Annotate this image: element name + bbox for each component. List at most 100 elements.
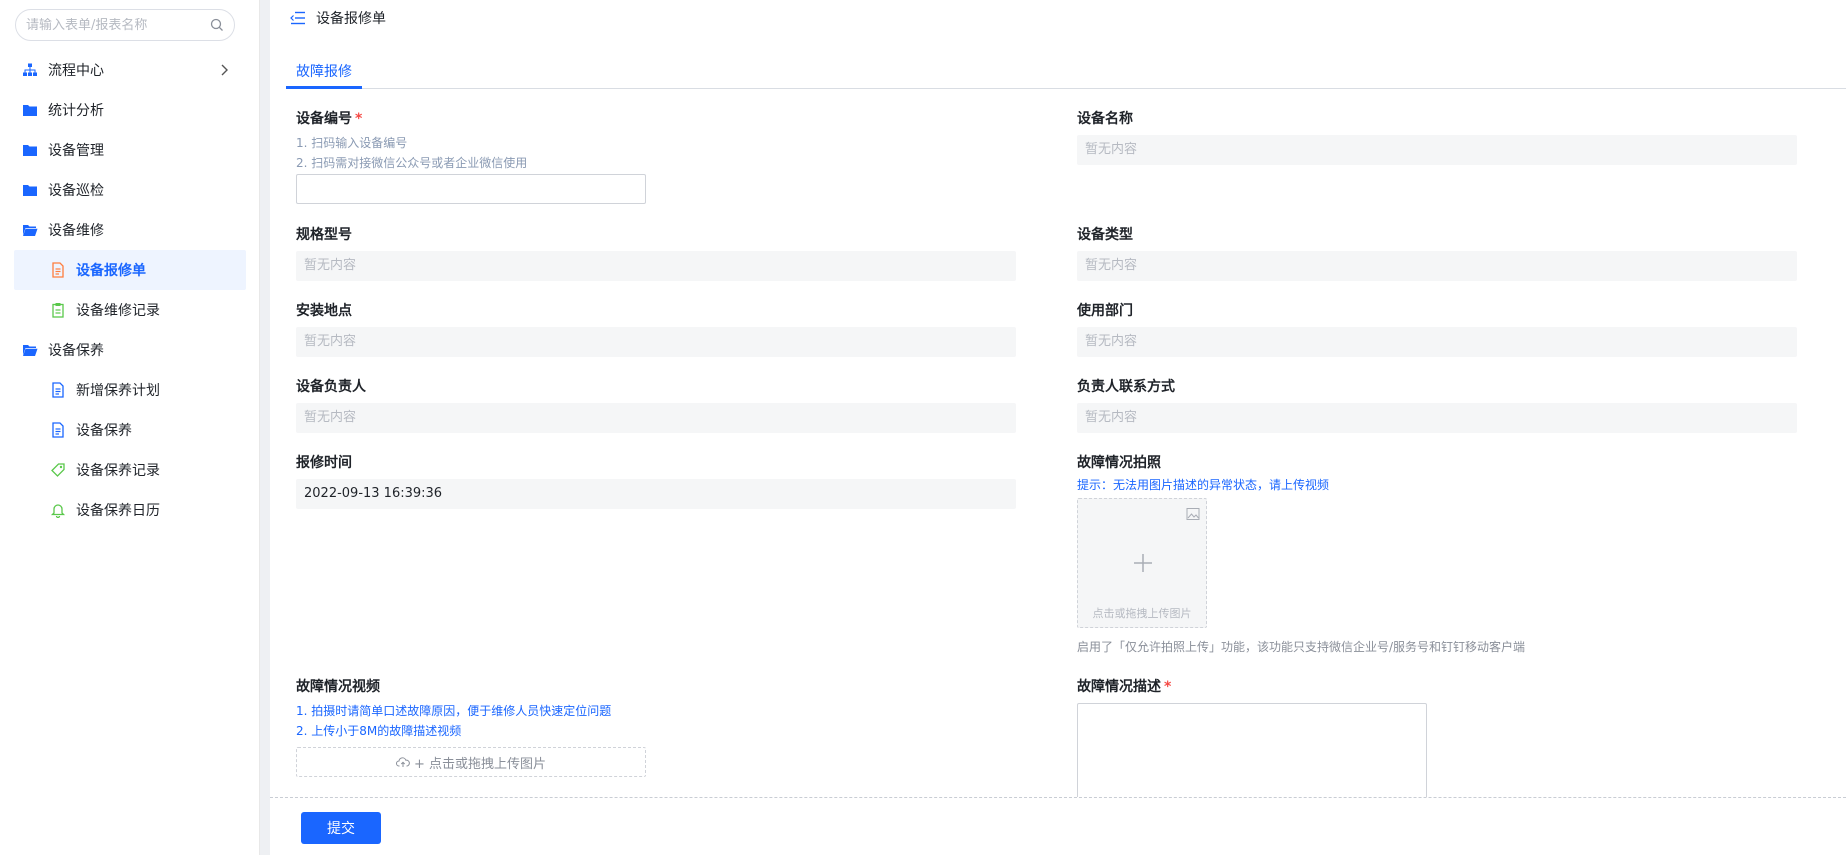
folder-open-icon bbox=[23, 225, 38, 236]
report-time-label: 报修时间 bbox=[296, 455, 352, 471]
location-field: 安装地点 暂无内容 bbox=[296, 300, 1016, 357]
model-value: 暂无内容 bbox=[296, 251, 1016, 281]
sidebar-item-label: 统计分析 bbox=[48, 103, 104, 119]
folder-icon bbox=[23, 145, 37, 156]
search-icon[interactable] bbox=[210, 18, 224, 32]
sidebar-item-label: 新增保养计划 bbox=[76, 383, 160, 399]
fault-video-field: 故障情况视频 1. 拍摄时请简单口述故障原因，便于维修人员快速定位问题 2. 上… bbox=[296, 676, 611, 741]
report-time-value: 2022-09-13 16:39:36 bbox=[296, 479, 1016, 509]
sidebar-item-device-maintenance[interactable]: 设备保养 bbox=[0, 330, 260, 370]
owner-label: 设备负责人 bbox=[296, 379, 366, 395]
device-name-value: 暂无内容 bbox=[1077, 135, 1797, 165]
main-content: 设备报修单 故障报修 设备编号 * 1. 扫码输入设备编号 2. 扫码需对接微信公… bbox=[270, 0, 1846, 855]
device-no-input[interactable] bbox=[296, 174, 646, 204]
sidebar-item-maintenance-records[interactable]: 设备保养记录 bbox=[0, 450, 260, 490]
document-icon bbox=[52, 262, 64, 278]
fault-desc-label: 故障情况描述 bbox=[1077, 679, 1161, 695]
plus-icon bbox=[1134, 554, 1152, 572]
owner-contact-value: 暂无内容 bbox=[1077, 403, 1797, 433]
sidebar-search[interactable] bbox=[15, 9, 235, 41]
clipboard-icon bbox=[52, 303, 64, 318]
document-icon bbox=[52, 422, 64, 438]
device-no-hint-2: 2. 扫码需对接微信公众号或者企业微信使用 bbox=[296, 156, 528, 170]
photo-upload-text: 点击或拖拽上传图片 bbox=[1092, 607, 1192, 620]
sidebar-item-label: 设备管理 bbox=[48, 143, 104, 159]
sidebar-item-label: 设备维修 bbox=[48, 223, 104, 239]
tab-fault-report[interactable]: 故障报修 bbox=[286, 52, 362, 89]
fault-video-hint-1: 1. 拍摄时请简单口述故障原因，便于维修人员快速定位问题 bbox=[296, 704, 612, 718]
sidebar-item-repair-records[interactable]: 设备维修记录 bbox=[0, 290, 260, 330]
fault-desc-textarea[interactable] bbox=[1077, 703, 1427, 803]
department-value: 暂无内容 bbox=[1077, 327, 1797, 357]
fault-desc-field: 故障情况描述 * bbox=[1077, 676, 1171, 696]
sidebar-nav: 流程中心 统计分析 设备管理 设备巡检 设备维修 设备报修单 设备维修记录 设备… bbox=[0, 50, 260, 530]
device-name-field: 设备名称 暂无内容 bbox=[1077, 108, 1797, 165]
fault-photo-hint: 提示：无法用图片描述的异常状态，请上传视频 bbox=[1077, 478, 1330, 492]
required-mark: * bbox=[355, 111, 363, 127]
sidebar-item-new-maintenance-plan[interactable]: 新增保养计划 bbox=[0, 370, 260, 410]
video-upload-text: + 点击或拖拽上传图片 bbox=[413, 756, 547, 772]
folder-open-icon bbox=[23, 345, 38, 356]
sidebar-item-label: 设备维修记录 bbox=[76, 303, 160, 319]
sidebar-item-label: 设备保养日历 bbox=[76, 503, 160, 519]
required-mark: * bbox=[1164, 679, 1172, 695]
sidebar-item-label: 设备保养 bbox=[76, 423, 132, 439]
device-no-hint-1: 1. 扫码输入设备编号 bbox=[296, 136, 408, 150]
folder-icon bbox=[23, 185, 37, 196]
report-time-field: 报修时间 2022-09-13 16:39:36 bbox=[296, 452, 1016, 509]
model-label: 规格型号 bbox=[296, 227, 352, 243]
bell-icon bbox=[50, 504, 66, 518]
sidebar-item-device-management[interactable]: 设备管理 bbox=[0, 130, 260, 170]
department-field: 使用部门 暂无内容 bbox=[1077, 300, 1797, 357]
fault-video-label: 故障情况视频 bbox=[296, 679, 380, 695]
department-label: 使用部门 bbox=[1077, 303, 1133, 319]
sidebar: 流程中心 统计分析 设备管理 设备巡检 设备维修 设备报修单 设备维修记录 bbox=[0, 0, 260, 855]
device-no-field: 设备编号 * 1. 扫码输入设备编号 2. 扫码需对接微信公众号或者企业微信使用 bbox=[296, 108, 646, 204]
device-type-label: 设备类型 bbox=[1077, 227, 1133, 243]
owner-field: 设备负责人 暂无内容 bbox=[296, 376, 1016, 433]
sidebar-item-label: 设备保养 bbox=[48, 343, 104, 359]
sidebar-item-maintenance[interactable]: 设备保养 bbox=[0, 410, 260, 450]
menu-collapse-icon[interactable] bbox=[290, 11, 306, 25]
sidebar-item-label: 设备报修单 bbox=[76, 263, 146, 279]
chevron-right-icon[interactable] bbox=[218, 63, 230, 77]
device-type-value: 暂无内容 bbox=[1077, 251, 1797, 281]
sidebar-item-label: 设备巡检 bbox=[48, 183, 104, 199]
sidebar-item-maintenance-calendar[interactable]: 设备保养日历 bbox=[0, 490, 260, 530]
form-footer: 提交 bbox=[270, 797, 1846, 855]
fault-video-hint-2: 2. 上传小于8M的故障描述视频 bbox=[296, 724, 462, 738]
sidebar-item-label: 流程中心 bbox=[48, 63, 104, 79]
photo-upload-note: 启用了「仅允许拍照上传」功能，该功能只支持微信企业号/服务号和钉钉移动客户端 bbox=[1077, 640, 1526, 654]
sidebar-item-statistics[interactable]: 统计分析 bbox=[0, 90, 260, 130]
document-icon bbox=[52, 382, 64, 398]
cloud-upload-icon bbox=[396, 757, 410, 767]
folder-icon bbox=[23, 105, 37, 116]
owner-contact-field: 负责人联系方式 暂无内容 bbox=[1077, 376, 1797, 433]
location-value: 暂无内容 bbox=[296, 327, 1016, 357]
sidebar-item-device-inspection[interactable]: 设备巡检 bbox=[0, 170, 260, 210]
sidebar-item-repair-order[interactable]: 设备报修单 bbox=[14, 250, 246, 290]
org-chart-icon bbox=[23, 63, 37, 76]
fault-photo-label: 故障情况拍照 bbox=[1077, 455, 1161, 471]
tag-icon bbox=[51, 463, 65, 477]
tab-bar: 故障报修 bbox=[286, 52, 1846, 89]
device-no-label: 设备编号 bbox=[296, 111, 352, 127]
sidebar-item-process-center[interactable]: 流程中心 bbox=[0, 50, 260, 90]
fault-photo-field: 故障情况拍照 提示：无法用图片描述的异常状态，请上传视频 bbox=[1077, 452, 1329, 495]
header: 设备报修单 bbox=[270, 0, 1846, 36]
video-uploader[interactable]: + 点击或拖拽上传图片 bbox=[296, 747, 646, 777]
owner-contact-label: 负责人联系方式 bbox=[1077, 379, 1175, 395]
device-name-label: 设备名称 bbox=[1077, 111, 1133, 127]
field-label: 设备编号 * bbox=[296, 108, 646, 128]
page-title: 设备报修单 bbox=[316, 11, 386, 27]
search-input[interactable] bbox=[26, 17, 210, 33]
sidebar-item-device-repair[interactable]: 设备维修 bbox=[0, 210, 260, 250]
field-label: 故障情况描述 * bbox=[1077, 676, 1171, 696]
model-field: 规格型号 暂无内容 bbox=[296, 224, 1016, 281]
location-label: 安装地点 bbox=[296, 303, 352, 319]
device-type-field: 设备类型 暂无内容 bbox=[1077, 224, 1797, 281]
owner-value: 暂无内容 bbox=[296, 403, 1016, 433]
submit-button[interactable]: 提交 bbox=[301, 812, 381, 844]
photo-uploader[interactable]: 点击或拖拽上传图片 bbox=[1077, 498, 1207, 628]
sidebar-item-label: 设备保养记录 bbox=[76, 463, 160, 479]
